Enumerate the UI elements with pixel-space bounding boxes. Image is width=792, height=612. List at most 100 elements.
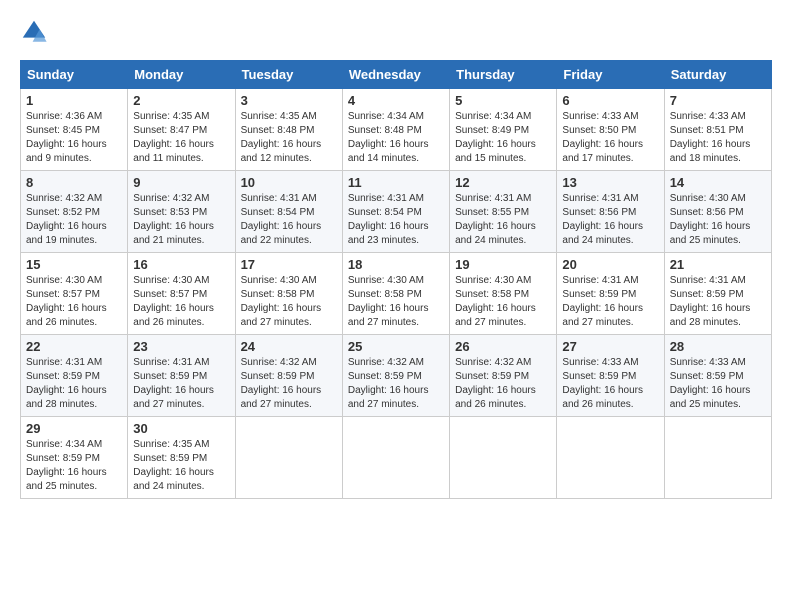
calendar-cell: 19 Sunrise: 4:30 AMSunset: 8:58 PMDaylig… — [450, 253, 557, 335]
calendar-cell: 4 Sunrise: 4:34 AMSunset: 8:48 PMDayligh… — [342, 89, 449, 171]
day-info: Sunrise: 4:31 AMSunset: 8:55 PMDaylight:… — [455, 193, 536, 246]
calendar-day-header: Tuesday — [235, 61, 342, 89]
calendar-cell: 11 Sunrise: 4:31 AMSunset: 8:54 PMDaylig… — [342, 171, 449, 253]
day-number: 22 — [26, 339, 122, 354]
day-info: Sunrise: 4:30 AMSunset: 8:56 PMDaylight:… — [670, 193, 751, 246]
calendar-cell: 27 Sunrise: 4:33 AMSunset: 8:59 PMDaylig… — [557, 335, 664, 417]
day-info: Sunrise: 4:31 AMSunset: 8:56 PMDaylight:… — [562, 193, 643, 246]
calendar-day-header: Monday — [128, 61, 235, 89]
day-number: 7 — [670, 93, 766, 108]
day-number: 28 — [670, 339, 766, 354]
calendar-week-row: 8 Sunrise: 4:32 AMSunset: 8:52 PMDayligh… — [21, 171, 772, 253]
calendar-cell: 2 Sunrise: 4:35 AMSunset: 8:47 PMDayligh… — [128, 89, 235, 171]
day-number: 24 — [241, 339, 337, 354]
day-info: Sunrise: 4:33 AMSunset: 8:59 PMDaylight:… — [670, 357, 751, 410]
day-info: Sunrise: 4:32 AMSunset: 8:59 PMDaylight:… — [455, 357, 536, 410]
logo-icon — [20, 18, 48, 46]
calendar-cell — [342, 417, 449, 499]
calendar-cell: 18 Sunrise: 4:30 AMSunset: 8:58 PMDaylig… — [342, 253, 449, 335]
day-info: Sunrise: 4:32 AMSunset: 8:53 PMDaylight:… — [133, 193, 214, 246]
calendar-cell: 8 Sunrise: 4:32 AMSunset: 8:52 PMDayligh… — [21, 171, 128, 253]
calendar-cell: 23 Sunrise: 4:31 AMSunset: 8:59 PMDaylig… — [128, 335, 235, 417]
calendar-day-header: Friday — [557, 61, 664, 89]
day-info: Sunrise: 4:33 AMSunset: 8:51 PMDaylight:… — [670, 111, 751, 164]
day-number: 3 — [241, 93, 337, 108]
day-info: Sunrise: 4:34 AMSunset: 8:49 PMDaylight:… — [455, 111, 536, 164]
calendar-cell: 14 Sunrise: 4:30 AMSunset: 8:56 PMDaylig… — [664, 171, 771, 253]
day-number: 30 — [133, 421, 229, 436]
calendar-cell: 16 Sunrise: 4:30 AMSunset: 8:57 PMDaylig… — [128, 253, 235, 335]
day-info: Sunrise: 4:30 AMSunset: 8:57 PMDaylight:… — [133, 275, 214, 328]
calendar-week-row: 22 Sunrise: 4:31 AMSunset: 8:59 PMDaylig… — [21, 335, 772, 417]
day-info: Sunrise: 4:32 AMSunset: 8:59 PMDaylight:… — [348, 357, 429, 410]
calendar-day-header: Wednesday — [342, 61, 449, 89]
calendar-cell — [557, 417, 664, 499]
calendar-cell: 7 Sunrise: 4:33 AMSunset: 8:51 PMDayligh… — [664, 89, 771, 171]
day-number: 5 — [455, 93, 551, 108]
day-number: 23 — [133, 339, 229, 354]
calendar-cell: 20 Sunrise: 4:31 AMSunset: 8:59 PMDaylig… — [557, 253, 664, 335]
day-number: 10 — [241, 175, 337, 190]
day-number: 29 — [26, 421, 122, 436]
calendar-cell: 13 Sunrise: 4:31 AMSunset: 8:56 PMDaylig… — [557, 171, 664, 253]
day-info: Sunrise: 4:31 AMSunset: 8:59 PMDaylight:… — [26, 357, 107, 410]
day-number: 27 — [562, 339, 658, 354]
day-number: 25 — [348, 339, 444, 354]
calendar: SundayMondayTuesdayWednesdayThursdayFrid… — [20, 60, 772, 499]
day-info: Sunrise: 4:30 AMSunset: 8:58 PMDaylight:… — [348, 275, 429, 328]
calendar-day-header: Thursday — [450, 61, 557, 89]
day-number: 17 — [241, 257, 337, 272]
day-number: 21 — [670, 257, 766, 272]
calendar-cell: 9 Sunrise: 4:32 AMSunset: 8:53 PMDayligh… — [128, 171, 235, 253]
day-number: 6 — [562, 93, 658, 108]
day-info: Sunrise: 4:30 AMSunset: 8:58 PMDaylight:… — [241, 275, 322, 328]
calendar-cell: 22 Sunrise: 4:31 AMSunset: 8:59 PMDaylig… — [21, 335, 128, 417]
day-number: 11 — [348, 175, 444, 190]
page: SundayMondayTuesdayWednesdayThursdayFrid… — [0, 0, 792, 612]
calendar-cell: 24 Sunrise: 4:32 AMSunset: 8:59 PMDaylig… — [235, 335, 342, 417]
calendar-day-header: Saturday — [664, 61, 771, 89]
day-info: Sunrise: 4:32 AMSunset: 8:52 PMDaylight:… — [26, 193, 107, 246]
calendar-cell: 30 Sunrise: 4:35 AMSunset: 8:59 PMDaylig… — [128, 417, 235, 499]
day-number: 19 — [455, 257, 551, 272]
day-info: Sunrise: 4:34 AMSunset: 8:48 PMDaylight:… — [348, 111, 429, 164]
day-info: Sunrise: 4:36 AMSunset: 8:45 PMDaylight:… — [26, 111, 107, 164]
day-number: 9 — [133, 175, 229, 190]
day-number: 18 — [348, 257, 444, 272]
calendar-week-row: 1 Sunrise: 4:36 AMSunset: 8:45 PMDayligh… — [21, 89, 772, 171]
calendar-cell: 10 Sunrise: 4:31 AMSunset: 8:54 PMDaylig… — [235, 171, 342, 253]
day-number: 16 — [133, 257, 229, 272]
day-info: Sunrise: 4:33 AMSunset: 8:50 PMDaylight:… — [562, 111, 643, 164]
calendar-cell: 3 Sunrise: 4:35 AMSunset: 8:48 PMDayligh… — [235, 89, 342, 171]
day-info: Sunrise: 4:32 AMSunset: 8:59 PMDaylight:… — [241, 357, 322, 410]
day-number: 4 — [348, 93, 444, 108]
calendar-cell: 25 Sunrise: 4:32 AMSunset: 8:59 PMDaylig… — [342, 335, 449, 417]
calendar-day-header: Sunday — [21, 61, 128, 89]
calendar-cell: 15 Sunrise: 4:30 AMSunset: 8:57 PMDaylig… — [21, 253, 128, 335]
calendar-cell: 12 Sunrise: 4:31 AMSunset: 8:55 PMDaylig… — [450, 171, 557, 253]
day-info: Sunrise: 4:34 AMSunset: 8:59 PMDaylight:… — [26, 439, 107, 492]
day-number: 20 — [562, 257, 658, 272]
header — [20, 18, 772, 46]
calendar-cell: 28 Sunrise: 4:33 AMSunset: 8:59 PMDaylig… — [664, 335, 771, 417]
calendar-week-row: 15 Sunrise: 4:30 AMSunset: 8:57 PMDaylig… — [21, 253, 772, 335]
day-info: Sunrise: 4:35 AMSunset: 8:59 PMDaylight:… — [133, 439, 214, 492]
calendar-cell: 21 Sunrise: 4:31 AMSunset: 8:59 PMDaylig… — [664, 253, 771, 335]
day-number: 2 — [133, 93, 229, 108]
calendar-cell — [450, 417, 557, 499]
calendar-cell: 5 Sunrise: 4:34 AMSunset: 8:49 PMDayligh… — [450, 89, 557, 171]
day-info: Sunrise: 4:31 AMSunset: 8:59 PMDaylight:… — [670, 275, 751, 328]
logo — [20, 18, 52, 46]
day-number: 12 — [455, 175, 551, 190]
day-info: Sunrise: 4:35 AMSunset: 8:47 PMDaylight:… — [133, 111, 214, 164]
day-info: Sunrise: 4:30 AMSunset: 8:57 PMDaylight:… — [26, 275, 107, 328]
day-number: 13 — [562, 175, 658, 190]
calendar-cell: 29 Sunrise: 4:34 AMSunset: 8:59 PMDaylig… — [21, 417, 128, 499]
calendar-week-row: 29 Sunrise: 4:34 AMSunset: 8:59 PMDaylig… — [21, 417, 772, 499]
calendar-cell: 26 Sunrise: 4:32 AMSunset: 8:59 PMDaylig… — [450, 335, 557, 417]
day-number: 8 — [26, 175, 122, 190]
calendar-cell: 1 Sunrise: 4:36 AMSunset: 8:45 PMDayligh… — [21, 89, 128, 171]
day-info: Sunrise: 4:31 AMSunset: 8:54 PMDaylight:… — [241, 193, 322, 246]
calendar-cell: 17 Sunrise: 4:30 AMSunset: 8:58 PMDaylig… — [235, 253, 342, 335]
day-info: Sunrise: 4:30 AMSunset: 8:58 PMDaylight:… — [455, 275, 536, 328]
